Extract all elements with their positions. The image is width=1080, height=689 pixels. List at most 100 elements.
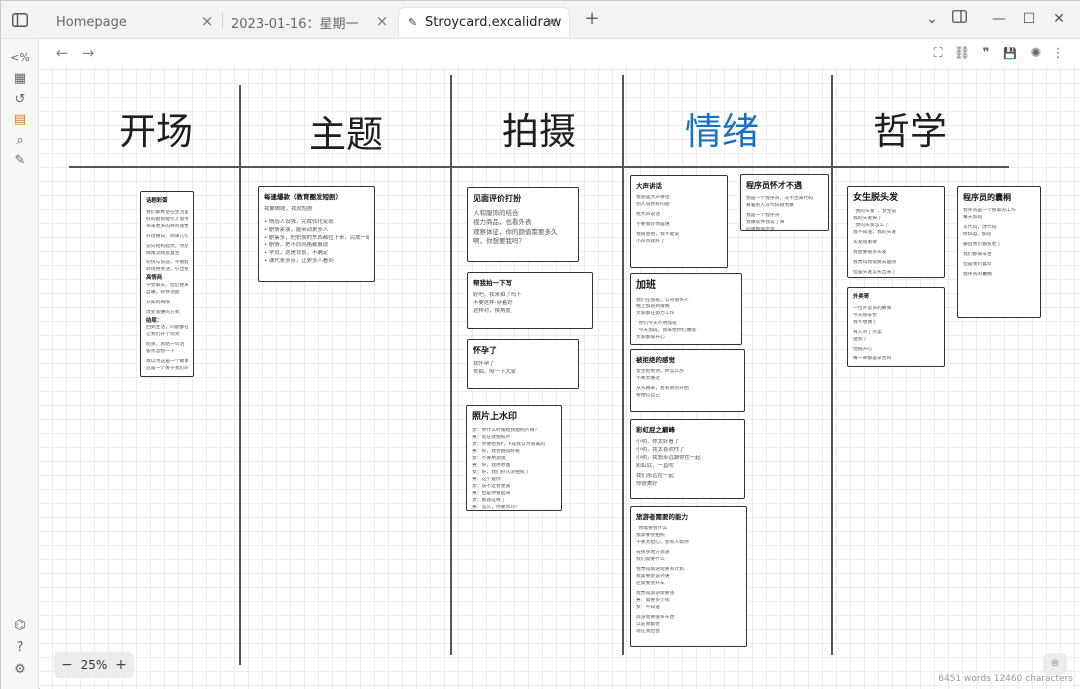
- card-line: • 剧集多，把积攒的东西都拉下来，完成一组: [264, 234, 369, 241]
- story-card[interactable]: 每逢爆款（教育圈发短剧） 我要做题，我就短剧 • 情感人设强，完成转化变现 • 剧…: [258, 186, 375, 282]
- card-line: 但是我们喜欢: [963, 261, 992, 267]
- settings-icon[interactable]: ⚙: [10, 659, 30, 679]
- story-card[interactable]: 加班 我们在加班，公司很多人 晚上加班到很晚 大家都在努力工作 “你们今天不用加班”…: [630, 273, 742, 345]
- tab-stroycard[interactable]: ✎ Stroycard.excalidraw ×: [398, 7, 570, 37]
- card-line: 让我们开个玩笑: [146, 332, 180, 338]
- tab-homepage[interactable]: Homepage ×: [56, 7, 216, 37]
- story-card[interactable]: 旅游者需要的能力 “你需要会什么” 我需要会拍照 不要太担心，会有人帮你 去很多地方…: [630, 506, 747, 647]
- card-line: 男：需要多少钱: [636, 597, 670, 603]
- story-card[interactable]: 大声讲话 我总是大声讲话 别人说我有问题 我大声说话 不要假装你是谁 我很害怕，我…: [630, 175, 728, 268]
- story-card[interactable]: 程序员的囊桐 程序员是一个很累的工作 每天加班 写代码，改代码 修bug，加班 最后…: [957, 186, 1041, 318]
- card-line: 头发很重要: [853, 240, 877, 246]
- vault-icon[interactable]: ⌬: [10, 615, 30, 635]
- maximize-icon[interactable]: ☐: [1019, 9, 1039, 29]
- card-line: 结束，总结一句话: [146, 342, 185, 348]
- card-line: 我很害怕，我不能说: [636, 231, 680, 237]
- story-card[interactable]: 彩虹屁之巅峰 小明，你太好看了 小明，我太喜欢你了 小明，我想永远跟你在一起 彩虹屁，…: [630, 419, 745, 499]
- search-icon[interactable]: ⌕: [10, 130, 30, 150]
- card-body: 小明，你太好看了 小明，我太喜欢你了 小明，我想永远跟你在一起 彩虹屁，一直吹 我们永…: [636, 439, 739, 489]
- card-line: 别人说我有问题: [636, 202, 670, 208]
- card-line: 有人点了外卖: [853, 329, 882, 335]
- calendar-icon[interactable]: ▦: [10, 68, 30, 88]
- excalidraw-icon[interactable]: ▤: [10, 109, 30, 129]
- zoom-in-button[interactable]: +: [114, 657, 128, 673]
- quote-icon[interactable]: ❞: [976, 44, 996, 64]
- card-line: 我怀孕了: [473, 361, 495, 367]
- minimize-icon[interactable]: —: [989, 9, 1009, 29]
- card-line: 我不知道，我的头发: [853, 230, 897, 236]
- template-icon[interactable]: <%: [10, 47, 30, 67]
- story-card[interactable]: 话剧彩蛋 我们都希望在生活里看一出好的剧目能引人思考与带来更多的共鸣感觉 开场独…: [140, 191, 194, 377]
- card-line: 我做软件我说了算: [746, 219, 785, 225]
- chevron-down-icon[interactable]: ⌄: [922, 9, 942, 29]
- story-card[interactable]: 见面评价打扮 人和服饰的结合 视力商品，也看外表 观察体征，你的颜值需要多久 啊，你想…: [467, 187, 579, 262]
- card-line: 留点念想一下: [146, 349, 175, 355]
- story-card[interactable]: 程序员怀才不遇 我是一个程序员，写不出来代码 看着别人写代码很羡慕 我是一个程序员…: [740, 174, 829, 231]
- help-icon[interactable]: ?: [10, 637, 30, 657]
- history-icon[interactable]: ↺: [10, 89, 30, 109]
- close-icon[interactable]: ×: [198, 12, 216, 30]
- restore-icon[interactable]: ⦾: [1043, 653, 1067, 675]
- card-line: 每一单都是辛苦的: [853, 356, 892, 362]
- card-line: 男：现在就拍照片: [472, 435, 511, 441]
- layout-icon[interactable]: [949, 9, 969, 29]
- card-title: 怀孕了: [473, 346, 497, 355]
- card-line: 程序员的囊桐: [963, 271, 992, 277]
- plugin-icon[interactable]: ✺: [1026, 44, 1046, 64]
- tab-daily-note[interactable]: 2023-01-16：星期一 ×: [231, 7, 391, 37]
- card-line: 女：你什么时候给我拍照片啊？: [472, 428, 540, 434]
- card-line: 我觉得生活不容易: [853, 366, 939, 367]
- zoom-control: − 25% +: [54, 652, 134, 678]
- card-line: • 课代表多点，让更多人看到: [264, 258, 334, 265]
- zoom-level[interactable]: 25%: [81, 658, 108, 672]
- card-title: 程序员怀才不遇: [746, 181, 802, 190]
- card-line: 从头再来，会有新的开始: [636, 386, 689, 392]
- draw-pen-icon[interactable]: ✎: [10, 150, 30, 170]
- card-body: “我的头发”，女生说 我的头发掉了 “你的头发怎么了” 我不知道，我的头发 头发很重要…: [853, 209, 939, 278]
- card-line: 我们都很辛苦: [963, 251, 992, 257]
- card-line: 男：怎么，你要水印？: [472, 504, 520, 510]
- story-card[interactable]: 怀孕了 我怀孕了 去拍，照一下大家: [467, 339, 579, 389]
- card-line: 转场用笑话，引出整体主题情绪: [146, 267, 188, 273]
- story-card[interactable]: 被拒绝的感觉 女生拒绝你，你怎么办 不要太难过 从头再来，会有新的开始 要相信自己: [630, 349, 745, 412]
- story-card[interactable]: 外卖哥 一位外卖员的故事 今天很辛苦 我不想做了 有人点了外卖 送到了 他很开心 每一…: [847, 287, 945, 367]
- story-card[interactable]: 女生脱头发 “我的头发”，女生说 我的头发掉了 “你的头发怎么了” 我不知道，我的头发…: [847, 186, 945, 278]
- window-close-icon[interactable]: ✕: [1049, 9, 1069, 29]
- card-title: 被拒绝的感觉: [636, 356, 675, 364]
- card-section: 结尾：: [146, 317, 163, 324]
- card-line: 啊，你想要我吗？: [473, 237, 525, 246]
- story-card[interactable]: 照片上水印 女：你什么时候给我拍照片啊？ 男：现在就拍照片 女：你要给我P，P成我认…: [466, 405, 562, 511]
- tab-bar: Homepage × 2023-01-16：星期一 × ✎ Stroycard.…: [1, 1, 1080, 39]
- card-bullet-list: • 情感人设强，完成转化变现 • 剧情紧凑，能带动更多人 • 剧集多，把积攒的东西都…: [264, 219, 369, 266]
- link-icon[interactable]: ⛓: [952, 44, 972, 64]
- card-line: 小明，我太喜欢你了: [636, 446, 685, 453]
- card-line: 女：你要给我P，P成我认为很美的: [472, 442, 545, 448]
- card-body: 好吧，我来拍了吗下 不要这样-穿着好 这样对，换角度: [473, 292, 587, 315]
- card-line: 我觉得旅游需要钱: [636, 590, 675, 596]
- card-line: 我们都希望在生活里看一出: [146, 209, 188, 215]
- card-body: 回到生活，问题都在哪里让我们开个玩笑 结束，总结一句话留点念想一下 我以为这是一…: [146, 325, 188, 373]
- fullscreen-icon[interactable]: ⛶: [928, 44, 948, 64]
- column-divider: [622, 75, 624, 655]
- save-icon[interactable]: 💾: [1000, 44, 1020, 64]
- close-icon[interactable]: ×: [373, 12, 391, 30]
- card-line: 小声点就好了: [636, 238, 665, 244]
- card-line: [853, 277, 939, 278]
- tab-label: Homepage: [56, 14, 127, 30]
- forward-arrow-icon[interactable]: →: [78, 43, 98, 63]
- story-card[interactable]: 帮我拍一下写 好吧，我来拍了吗下 不要这样-穿着好 这样对，换角度: [467, 272, 593, 329]
- new-tab-button[interactable]: +: [582, 10, 602, 30]
- card-line: 不要太担心，会有人帮你: [636, 540, 689, 546]
- header-divider-line: [69, 166, 1009, 168]
- close-icon[interactable]: ×: [543, 13, 561, 31]
- back-arrow-icon[interactable]: ←: [52, 43, 72, 63]
- card-line: 同事都很厉害: [746, 226, 775, 231]
- card-body: 我们都希望在生活里看一出好的剧目能引人思考与带来更多的共鸣感觉 开场独白，简单几…: [146, 210, 188, 275]
- card-line: 我想要很多头发: [853, 250, 887, 256]
- sidebar-toggle-icon[interactable]: [10, 10, 30, 30]
- zoom-out-button[interactable]: −: [60, 657, 74, 673]
- card-line: 学会聊天，拉近距离: [146, 283, 188, 289]
- card-line: 每天加班: [963, 214, 983, 220]
- more-options-icon[interactable]: ⋮: [1048, 44, 1068, 64]
- card-line: 你很美好: [636, 481, 658, 488]
